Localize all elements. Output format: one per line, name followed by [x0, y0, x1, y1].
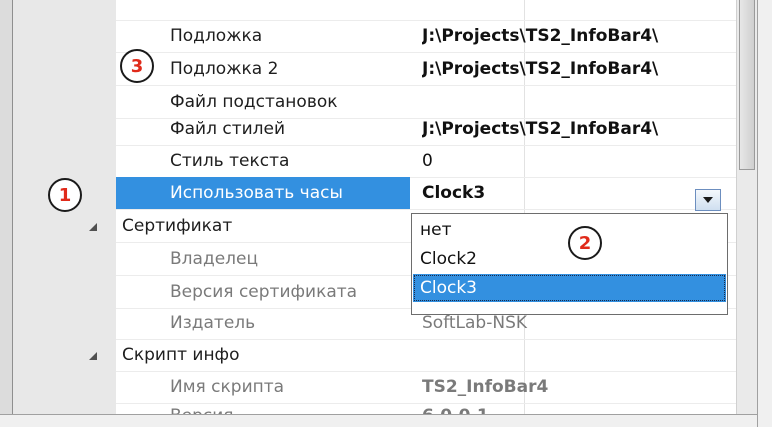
property-name: Издатель — [170, 313, 256, 333]
property-row-backdrop[interactable]: Подложка J:\Projects\TS2_InfoBar4\ — [116, 20, 736, 53]
property-value[interactable]: J:\Projects\TS2_InfoBar4\ — [422, 20, 732, 52]
collapse-triangle-icon[interactable] — [88, 222, 100, 234]
clock-combo-value[interactable]: Clock3 — [422, 177, 732, 209]
property-name: Подложка — [170, 26, 263, 46]
property-row-text-style[interactable]: Стиль текста 0 — [116, 145, 736, 178]
window-bottom-border — [0, 414, 757, 427]
property-value[interactable]: 0 — [422, 145, 732, 177]
property-name: Версия — [170, 400, 234, 414]
chevron-down-icon — [703, 197, 713, 203]
clock-dropdown-list: нет Clock2 Clock3 — [411, 213, 728, 315]
property-grid: - Подложка J:\Projects\TS2_InfoBar4\ Под… — [116, 0, 736, 414]
property-name: Владелец — [170, 249, 259, 269]
category-name: Скрипт инфо — [122, 345, 240, 365]
property-row-cut-off[interactable]: - — [116, 0, 736, 21]
window-left-border — [0, 0, 13, 414]
property-name: Имя скрипта — [170, 377, 285, 397]
property-name: Файл стилей — [170, 119, 286, 139]
dropdown-toggle-button[interactable] — [695, 189, 721, 211]
property-name: Подложка 2 — [170, 59, 279, 79]
property-name: Версия сертификата — [170, 282, 358, 302]
property-row-version[interactable]: Версия 6.0.0.1 — [116, 400, 736, 414]
property-value[interactable]: 6.0.0.1 — [422, 400, 732, 414]
vertical-scrollbar[interactable] — [736, 0, 758, 414]
category-name: Сертификат — [122, 216, 233, 236]
property-value[interactable]: J:\Projects\TS2_InfoBar4\ — [422, 53, 732, 85]
collapse-triangle-icon[interactable] — [88, 351, 100, 363]
scrollbar-thumb[interactable] — [739, 0, 755, 170]
property-value[interactable]: J:\Projects\TS2_InfoBar4\ — [422, 113, 732, 145]
property-row-backdrop-2[interactable]: Подложка 2 J:\Projects\TS2_InfoBar4\ — [116, 53, 736, 86]
property-name: Стиль текста — [170, 151, 290, 171]
callout-badge-2: 2 — [568, 226, 602, 260]
property-name: Использовать часы — [170, 183, 343, 203]
dropdown-option-clock3[interactable]: Clock3 — [413, 274, 726, 302]
category-row-script-info[interactable]: Скрипт инфо — [116, 339, 736, 372]
property-row-styles-file[interactable]: Файл стилей J:\Projects\TS2_InfoBar4\ — [116, 113, 736, 146]
window-right-border — [757, 0, 772, 427]
property-value[interactable]: TS2_InfoBar4 — [422, 371, 732, 403]
property-row-use-clock[interactable]: Использовать часы Clock3 — [116, 177, 736, 210]
callout-badge-3: 3 — [120, 49, 154, 83]
callout-badge-1: 1 — [48, 178, 82, 212]
